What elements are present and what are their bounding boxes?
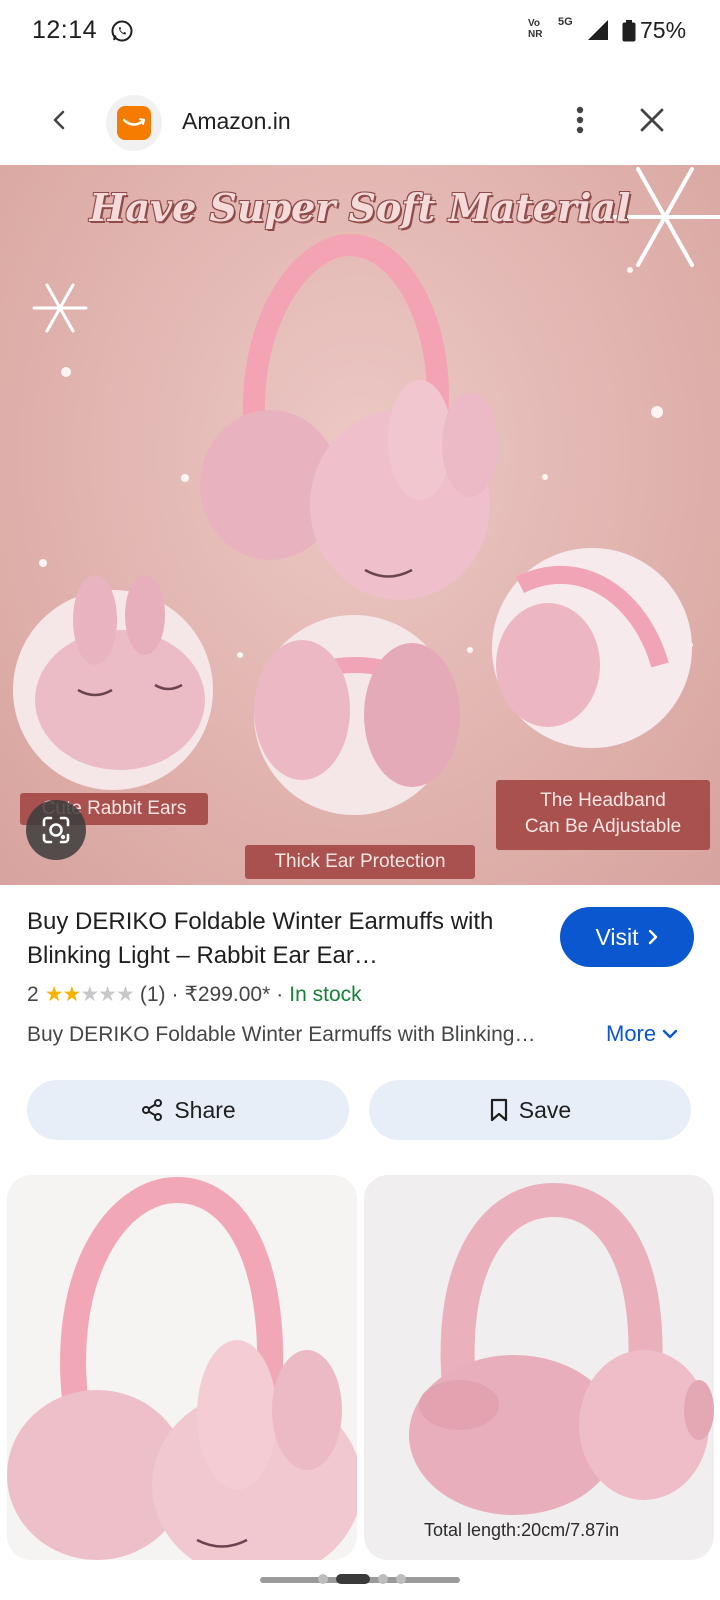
product-title[interactable]: Buy DERIKO Foldable Winter Earmuffs with… [27, 905, 527, 973]
product-description: Buy DERIKO Foldable Winter Earmuffs with… [27, 1023, 536, 1046]
earmuff-photo [409, 1182, 714, 1515]
amazon-logo-icon [117, 106, 151, 140]
related-image-2[interactable]: Total length:20cm/7.87in [364, 1175, 714, 1560]
chevron-left-icon [53, 110, 65, 130]
rating-count: (1) [139, 982, 166, 1006]
price: ₹299.00* [184, 983, 271, 1006]
share-icon [142, 1099, 163, 1121]
save-button[interactable]: Save [369, 1080, 691, 1140]
battery-percent: 75% [640, 17, 687, 43]
earmuff-illustration [13, 167, 720, 815]
availability: In stock [289, 982, 362, 1006]
label-thick-protection: Thick Ear Protection [245, 845, 475, 879]
close-button[interactable] [632, 100, 672, 140]
page-dot [396, 1574, 406, 1584]
page-dot-active [336, 1574, 370, 1584]
chevron-down-icon [662, 1029, 678, 1039]
site-favicon [106, 95, 162, 151]
chevron-right-icon [648, 929, 657, 945]
star-empty-icon: ★ [98, 983, 117, 1006]
label-headband: The Headband Can Be Adjustable [496, 780, 710, 850]
site-name: Amazon.in [182, 108, 291, 134]
separator-dot: · [276, 982, 284, 1006]
rating-value: 2 [27, 982, 39, 1006]
star-filled-icon: ★ [62, 983, 82, 1006]
more-vert-icon [576, 106, 584, 134]
product-main-image[interactable]: Have Super Soft Material Cute Rabbit Ear… [0, 165, 720, 885]
signal-icon [588, 20, 608, 40]
rating-stars: ★★★★★ [44, 982, 135, 1007]
bookmark-icon [490, 1098, 507, 1122]
save-label: Save [518, 1096, 572, 1123]
volte-indicator: Vo NR [528, 18, 543, 40]
close-icon [640, 108, 664, 132]
more-label: More [606, 1021, 657, 1046]
share-button[interactable]: Share [27, 1080, 349, 1140]
separator-dot: · [171, 982, 179, 1006]
battery-icon [622, 20, 636, 42]
visit-button[interactable]: Visit [560, 907, 694, 967]
visit-label: Visit [595, 923, 639, 950]
more-button[interactable]: More [606, 1021, 678, 1047]
page-dot [378, 1574, 388, 1584]
more-options-button[interactable] [560, 100, 600, 140]
back-button[interactable] [40, 100, 80, 140]
browser-header: Amazon.in [0, 82, 720, 162]
whatsapp-icon [111, 20, 133, 42]
share-label: Share [174, 1096, 236, 1123]
star-filled-icon: ★ [44, 983, 64, 1006]
status-bar: 12:14 Vo NR 5G 75% [0, 0, 720, 62]
page-indicator [318, 1574, 406, 1584]
thumb-caption: Total length:20cm/7.87in [424, 1520, 620, 1540]
related-image-1[interactable] [7, 1175, 357, 1560]
hero-title: Have Super Soft Material [89, 185, 631, 230]
lens-icon [42, 816, 70, 844]
earmuff-photo [7, 1176, 357, 1560]
page-dot [318, 1574, 328, 1584]
star-empty-icon: ★ [116, 983, 135, 1006]
network-type: 5G [558, 16, 573, 28]
status-time: 12:14 [32, 16, 98, 44]
rating-row: 2 ★★★★★ (1) · ₹299.00* · In stock [27, 982, 362, 1007]
google-lens-button[interactable] [26, 800, 86, 860]
star-empty-icon: ★ [80, 983, 99, 1006]
